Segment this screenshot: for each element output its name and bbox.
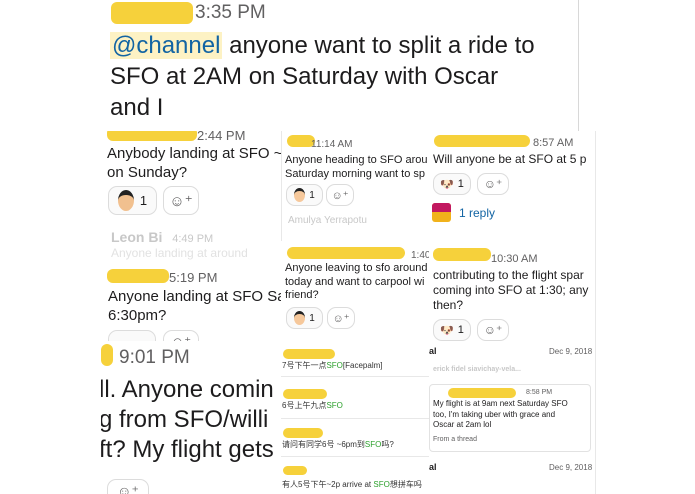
faded-author-name: Amulya Yerrapotu [288, 215, 367, 226]
redacted-name [287, 247, 405, 259]
message-timestamp[interactable]: 11:14 AM [311, 139, 353, 150]
message-text: Anybody landing at SFO ~ on Sunday? [107, 145, 281, 182]
channel-mention[interactable]: @channel [110, 32, 223, 59]
redacted-name [434, 135, 530, 147]
from-thread-label: From a thread [433, 436, 477, 443]
sfo-highlight: SFO [364, 440, 382, 449]
channel-name: al [429, 462, 437, 472]
message-panel-9: al Dec 9, 2018 erick fidel siavichay-vel… [429, 342, 595, 494]
redacted-name [283, 466, 307, 475]
faded-preview-text: Anyone landing at around [111, 246, 248, 260]
message-panel-4: Leon Bi 4:49 PM Anyone landing at around… [103, 226, 281, 341]
message-text: Anyone landing at SFO Sa 6:30pm? [108, 288, 281, 324]
add-reaction-button[interactable]: ☺⁺ [326, 184, 354, 206]
message-timestamp: 8:58 PM [526, 389, 553, 396]
faded-author-name: Leon Bi 4:49 PM [111, 229, 214, 245]
message-text: My flight is at 9am next Saturday SFO too… [433, 399, 568, 429]
message-panel-3: 8:57 AM Will anyone be at SFO at 5 p 🐶 1… [429, 131, 595, 239]
emoji-reaction[interactable]: 1 [108, 186, 157, 215]
divider [281, 456, 429, 457]
message-text: contributing to the flight spar coming in… [433, 268, 589, 312]
list-item[interactable]: 6号上午九点SFO [282, 400, 343, 411]
dog-emoji-icon: 🐶 [440, 324, 454, 337]
message-timestamp[interactable]: 3:35 PM [195, 2, 266, 24]
redacted-name [111, 2, 193, 24]
top-message-panel: 3:35 PM @channel anyone want to split a … [103, 0, 578, 131]
divider [595, 131, 596, 494]
redacted-name [107, 131, 197, 141]
sfo-highlight: SFO [326, 401, 343, 410]
avatar-emoji-icon [294, 311, 306, 325]
message-timestamp[interactable]: 5:19 PM [169, 270, 217, 285]
message-panel-2: 11:14 AM Anyone heading to SFO arou Satur… [281, 131, 429, 236]
list-item[interactable]: 请问有同学6号 ~6pm到SFO吗? [282, 439, 394, 450]
message-timestamp[interactable]: 9:01 PM [119, 347, 190, 369]
add-reaction-button[interactable]: ☺⁺ [163, 186, 199, 215]
emoji-reaction[interactable]: 1 [286, 184, 323, 206]
message-timestamp[interactable]: 2:44 PM [197, 131, 245, 143]
message-panel-5: 1:40 Anyone leaving to sfo around today a… [281, 241, 429, 346]
divider [281, 376, 429, 377]
message-timestamp[interactable]: 8:57 AM [533, 137, 573, 149]
message-timestamp[interactable]: 1:40 [411, 250, 429, 261]
add-reaction-button[interactable]: ☺⁺ [163, 330, 199, 341]
faded-author-name: erick fidel siavichay-vela... [433, 366, 521, 373]
message-timestamp[interactable]: 10:30 AM [491, 253, 537, 265]
sfo-highlight: SFO [326, 361, 343, 370]
message-text: @channel anyone want to split a ride to … [110, 32, 535, 121]
redacted-name [283, 349, 335, 359]
message-text: Anyone heading to SFO arou Saturday morni… [285, 154, 428, 180]
redacted-name [448, 388, 516, 398]
channel-name: al [429, 346, 437, 356]
dog-emoji-icon: 🐶 [440, 178, 454, 191]
redacted-name [283, 428, 323, 438]
avatar-emoji-icon [294, 188, 306, 202]
redacted-name [283, 389, 327, 399]
date-label: Dec 9, 2018 [549, 463, 593, 472]
list-item[interactable]: 有人5号下午~2p arrive at SFO想拼车吗 [282, 479, 422, 490]
date-label: Dec 9, 2018 [549, 347, 593, 356]
redacted-name [433, 248, 491, 261]
emoji-reaction[interactable]: 1 [286, 307, 323, 329]
message-panel-1: 2:44 PM Anybody landing at SFO ~ on Sunda… [103, 131, 281, 226]
divider [578, 0, 579, 131]
message-panel-8: 7号下午一点SFO[Facepalm] 6号上午九点SFO 请问有同学6号 ~6… [281, 346, 429, 494]
divider [281, 418, 429, 419]
redacted-name [101, 344, 113, 366]
add-reaction-button[interactable]: ☺⁺ [327, 307, 355, 329]
emoji-reaction[interactable] [108, 330, 156, 341]
thread-replier-avatar [432, 203, 451, 222]
message-text: Anyone leaving to sfo around today and wa… [285, 262, 428, 301]
redacted-name [107, 269, 169, 283]
message-panel-7: 9:01 PM ll. Anyone comin g from SFO/willi… [101, 341, 281, 494]
sfo-highlight: SFO [373, 480, 390, 489]
thread-reply-link[interactable]: 1 reply [459, 206, 495, 220]
list-item[interactable]: 7号下午一点SFO[Facepalm] [282, 360, 382, 371]
thread-message-card[interactable]: 8:58 PM My flight is at 9am next Saturda… [429, 384, 591, 452]
message-text: Will anyone be at SFO at 5 p [433, 152, 587, 166]
avatar-emoji-icon [117, 190, 134, 211]
add-reaction-button[interactable]: ☺⁺ [477, 319, 509, 341]
message-panel-6: 10:30 AM contributing to the flight spar… [429, 239, 595, 342]
message-text: ll. Anyone comin g from SFO/willi ft? My f… [101, 376, 274, 463]
divider [281, 131, 282, 241]
add-reaction-button[interactable]: ☺⁺ [477, 173, 509, 195]
emoji-reaction[interactable]: 🐶 1 [433, 173, 471, 195]
emoji-reaction[interactable]: 🐶 1 [433, 319, 471, 341]
add-reaction-button[interactable]: ☺⁺ [107, 479, 149, 494]
